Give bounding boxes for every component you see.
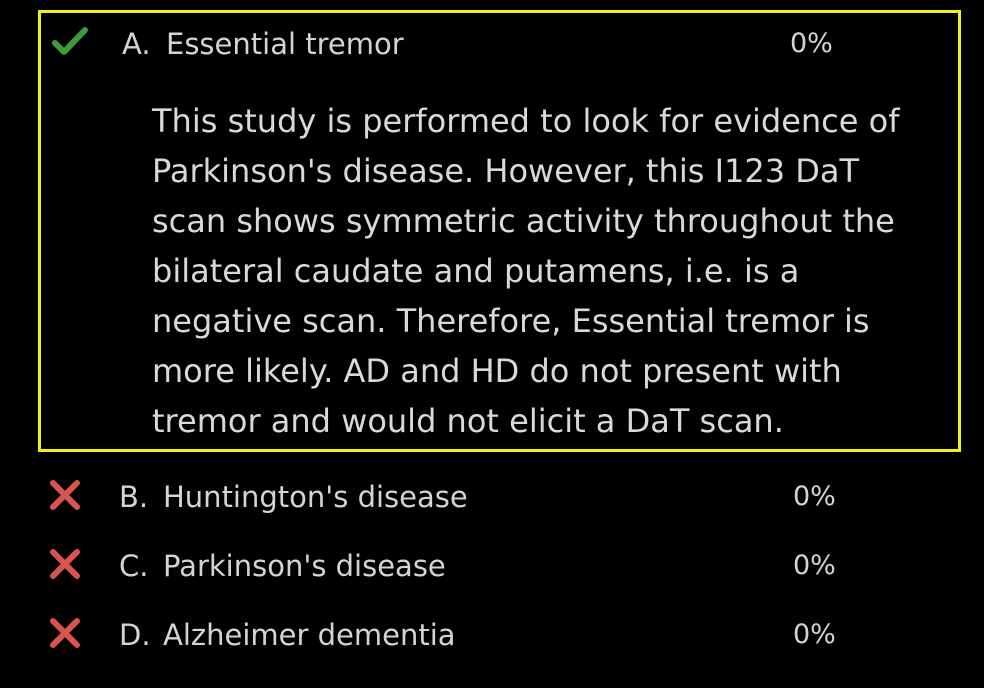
option-b[interactable]: B. Huntington's disease bbox=[119, 479, 468, 515]
option-b-percent: 0% bbox=[793, 481, 836, 512]
answer-review-panel: A. Essential tremor 0% This study is perf… bbox=[0, 0, 984, 688]
cross-icon bbox=[50, 480, 80, 510]
option-a-letter: A. bbox=[122, 27, 151, 61]
option-b-letter: B. bbox=[119, 480, 149, 514]
check-icon bbox=[52, 27, 88, 55]
option-b-text: Huntington's disease bbox=[163, 480, 468, 514]
option-c[interactable]: C. Parkinson's disease bbox=[119, 548, 446, 584]
option-d-text: Alzheimer dementia bbox=[163, 618, 456, 652]
option-c-letter: C. bbox=[119, 549, 149, 583]
option-a[interactable]: A. Essential tremor bbox=[122, 26, 404, 62]
cross-icon bbox=[50, 549, 80, 579]
option-a-percent: 0% bbox=[790, 28, 833, 59]
option-a-text: Essential tremor bbox=[166, 27, 404, 61]
option-d-percent: 0% bbox=[793, 619, 836, 650]
cross-icon bbox=[50, 618, 80, 648]
option-c-percent: 0% bbox=[793, 550, 836, 581]
option-d[interactable]: D. Alzheimer dementia bbox=[119, 617, 456, 653]
answer-explanation: This study is performed to look for evid… bbox=[152, 102, 900, 440]
option-d-letter: D. bbox=[119, 618, 151, 652]
option-c-text: Parkinson's disease bbox=[163, 549, 446, 583]
